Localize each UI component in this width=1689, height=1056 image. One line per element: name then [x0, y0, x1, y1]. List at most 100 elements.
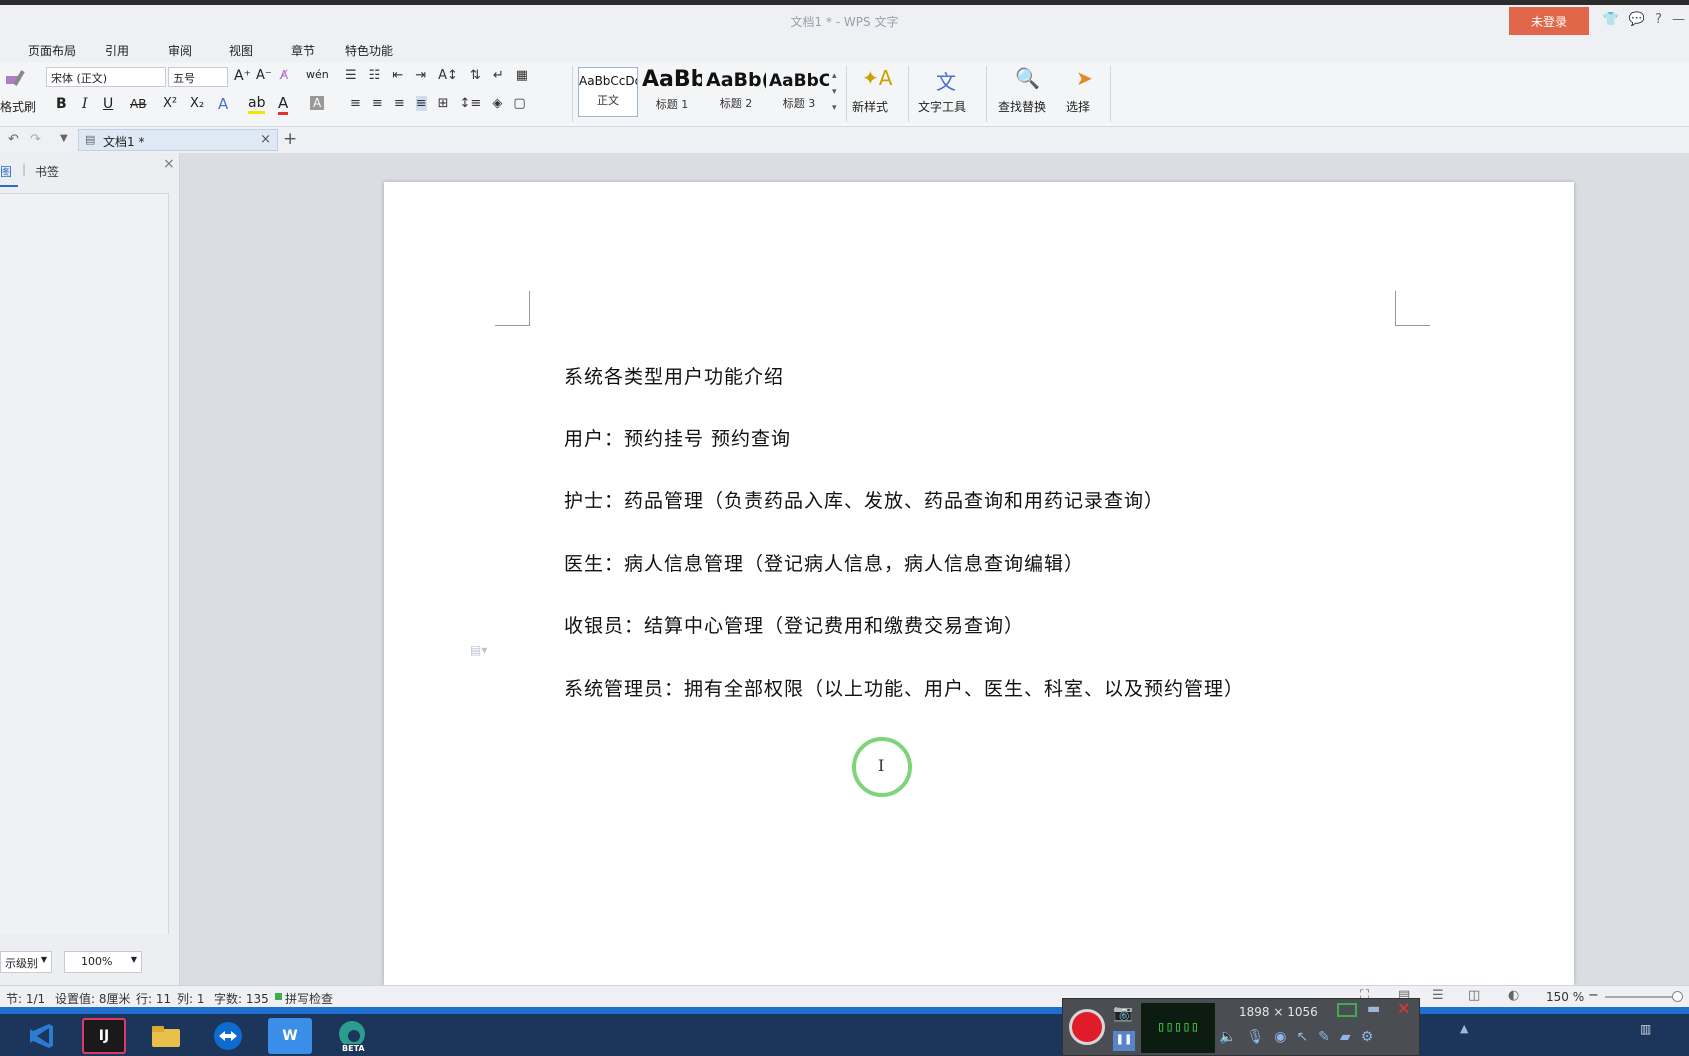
- style-heading3[interactable]: AaBbC 标题 3: [769, 67, 829, 117]
- webcam-icon[interactable]: ◉: [1274, 1029, 1286, 1045]
- chat-icon[interactable]: 💬: [1629, 12, 1645, 27]
- paragraph-handle-icon[interactable]: ▤▾: [470, 643, 487, 657]
- style-heading2[interactable]: AaBb( 标题 2: [706, 67, 766, 117]
- recorder-close-icon[interactable]: ✕: [1397, 999, 1410, 1018]
- outline-level-select[interactable]: 示级别 ▼: [0, 951, 52, 973]
- style-normal[interactable]: AaBbCcDd 正文: [578, 67, 638, 117]
- shading-icon[interactable]: ◈: [492, 96, 502, 111]
- shrink-font-icon[interactable]: A⁻: [256, 68, 272, 83]
- login-button[interactable]: 未登录: [1509, 7, 1589, 35]
- italic-icon[interactable]: I: [82, 96, 88, 112]
- line-spacing-icon[interactable]: ↕≡: [460, 96, 482, 111]
- highlight-icon[interactable]: ab: [248, 95, 266, 114]
- view-mode-outline-icon[interactable]: ☰: [1432, 988, 1444, 1003]
- taskbar-vscode[interactable]: [20, 1018, 64, 1054]
- tray-network-icon[interactable]: ▥: [1640, 1022, 1651, 1036]
- margin-mark-tr-v: [1395, 291, 1396, 326]
- taskbar-intellij[interactable]: IJ: [82, 1018, 126, 1054]
- select-cursor-icon[interactable]: ➤: [1076, 66, 1093, 90]
- justify-icon[interactable]: ≡: [415, 96, 427, 111]
- font-color-icon[interactable]: A: [278, 94, 289, 115]
- new-style-icon[interactable]: ✦A: [862, 66, 892, 90]
- panel-tab-outline[interactable]: 图: [0, 163, 12, 180]
- zoom-slider-track[interactable]: [1605, 996, 1677, 998]
- underline-icon[interactable]: U: [103, 96, 113, 112]
- recorder-folder-icon[interactable]: ▰: [1340, 1029, 1351, 1045]
- align-right-icon[interactable]: ≡: [394, 96, 405, 111]
- speaker-icon[interactable]: 🔈: [1219, 1029, 1236, 1045]
- new-tab-icon[interactable]: +: [283, 129, 297, 149]
- select-label[interactable]: 选择: [1066, 98, 1090, 115]
- clear-format-icon[interactable]: A̸: [280, 68, 288, 82]
- menu-chapter[interactable]: 章节: [291, 42, 315, 59]
- microphone-icon[interactable]: 🎙: [1246, 1029, 1264, 1045]
- tab-document1[interactable]: ▤ 文档1 * ×: [78, 129, 278, 151]
- status-word-count[interactable]: 字数: 135: [214, 990, 269, 1007]
- format-painter-icon[interactable]: [2, 68, 32, 88]
- skin-icon[interactable]: 👕: [1603, 12, 1619, 27]
- taskbar-wps[interactable]: W: [268, 1018, 312, 1054]
- new-style-label[interactable]: 新样式: [852, 98, 888, 115]
- align-left-icon[interactable]: ≡: [350, 96, 361, 111]
- format-painter-label[interactable]: 格式刷: [0, 98, 36, 115]
- document-page[interactable]: 系统各类型用户功能介绍 用户：预约挂号 预约查询 护士：药品管理（负责药品入库、…: [384, 182, 1574, 985]
- align-center-icon[interactable]: ≡: [372, 96, 383, 111]
- find-replace-icon[interactable]: 🔍: [1015, 66, 1040, 90]
- superscript-icon[interactable]: X²: [163, 96, 177, 111]
- subscript-icon[interactable]: X₂: [190, 96, 204, 111]
- menu-page-layout[interactable]: 页面布局: [28, 42, 76, 59]
- recorder-region-icon[interactable]: [1337, 1003, 1357, 1017]
- strikethrough-icon[interactable]: AB: [130, 97, 146, 111]
- menu-view[interactable]: 视图: [229, 42, 253, 59]
- text-tools-icon[interactable]: 文: [936, 66, 956, 95]
- grow-font-icon[interactable]: A⁺: [234, 68, 251, 84]
- text-direction-icon[interactable]: A↕: [438, 68, 458, 83]
- zoom-out-icon[interactable]: −: [1588, 988, 1599, 1003]
- close-panel-icon[interactable]: ×: [163, 156, 175, 172]
- status-spell-check[interactable]: 拼写检查: [285, 990, 333, 1007]
- zoom-slider-thumb[interactable]: [1672, 991, 1683, 1002]
- panel-tab-bookmarks[interactable]: 书签: [35, 163, 59, 180]
- bold-icon[interactable]: B: [56, 96, 67, 112]
- quick-access-dropdown-icon[interactable]: ▼: [60, 133, 68, 144]
- view-mode-web-icon[interactable]: ◫: [1468, 988, 1480, 1003]
- recorder-settings-icon[interactable]: ⚙: [1361, 1029, 1374, 1045]
- pen-icon[interactable]: ✎: [1318, 1029, 1330, 1045]
- char-shading-icon[interactable]: A: [310, 96, 325, 110]
- cursor-icon[interactable]: ↖: [1296, 1029, 1308, 1045]
- bullet-list-icon[interactable]: ☰: [345, 68, 357, 83]
- menu-review[interactable]: 审阅: [168, 42, 192, 59]
- taskbar-teamviewer[interactable]: [206, 1018, 250, 1054]
- record-button[interactable]: [1069, 1009, 1105, 1045]
- menu-references[interactable]: 引用: [105, 42, 129, 59]
- pinyin-icon[interactable]: wén: [306, 68, 329, 81]
- text-tools-label[interactable]: 文字工具: [918, 98, 966, 115]
- recorder-minimize-icon[interactable]: ▬: [1367, 1001, 1380, 1017]
- show-marks-icon[interactable]: ↵: [493, 68, 504, 83]
- taskbar-edge-beta[interactable]: BETA: [330, 1018, 374, 1054]
- increase-indent-icon[interactable]: ⇥: [415, 68, 426, 83]
- pause-icon[interactable]: ❚❚: [1113, 1031, 1135, 1051]
- border-icon[interactable]: ▢: [513, 96, 525, 111]
- redo-icon[interactable]: ↷: [30, 132, 41, 147]
- panel-zoom-select[interactable]: 100% ▼: [64, 951, 142, 973]
- taskbar-folder[interactable]: [144, 1018, 188, 1054]
- minimize-icon[interactable]: —: [1672, 12, 1685, 27]
- font-size-select[interactable]: 五号: [168, 67, 228, 87]
- table-icon[interactable]: ▦: [516, 68, 528, 83]
- camera-icon[interactable]: 📷: [1113, 1003, 1133, 1022]
- close-tab-icon[interactable]: ×: [260, 132, 271, 147]
- undo-icon[interactable]: ↶: [8, 132, 19, 147]
- font-name-select[interactable]: 宋体 (正文): [46, 67, 166, 87]
- text-effect-icon[interactable]: A: [218, 95, 228, 113]
- find-replace-label[interactable]: 查找替换: [998, 98, 1046, 115]
- numbered-list-icon[interactable]: ☷: [369, 68, 381, 83]
- style-heading1[interactable]: AaBb 标题 1: [642, 67, 702, 117]
- sort-icon[interactable]: ⇅: [470, 68, 481, 83]
- eye-protect-icon[interactable]: ◐: [1508, 988, 1519, 1003]
- menu-special[interactable]: 特色功能: [345, 42, 393, 59]
- decrease-indent-icon[interactable]: ⇤: [392, 68, 403, 83]
- help-icon[interactable]: ?: [1655, 12, 1662, 27]
- style-scroll-icon[interactable]: ▴ ▾ ▾: [832, 68, 837, 116]
- distribute-icon[interactable]: ⊞: [438, 96, 449, 111]
